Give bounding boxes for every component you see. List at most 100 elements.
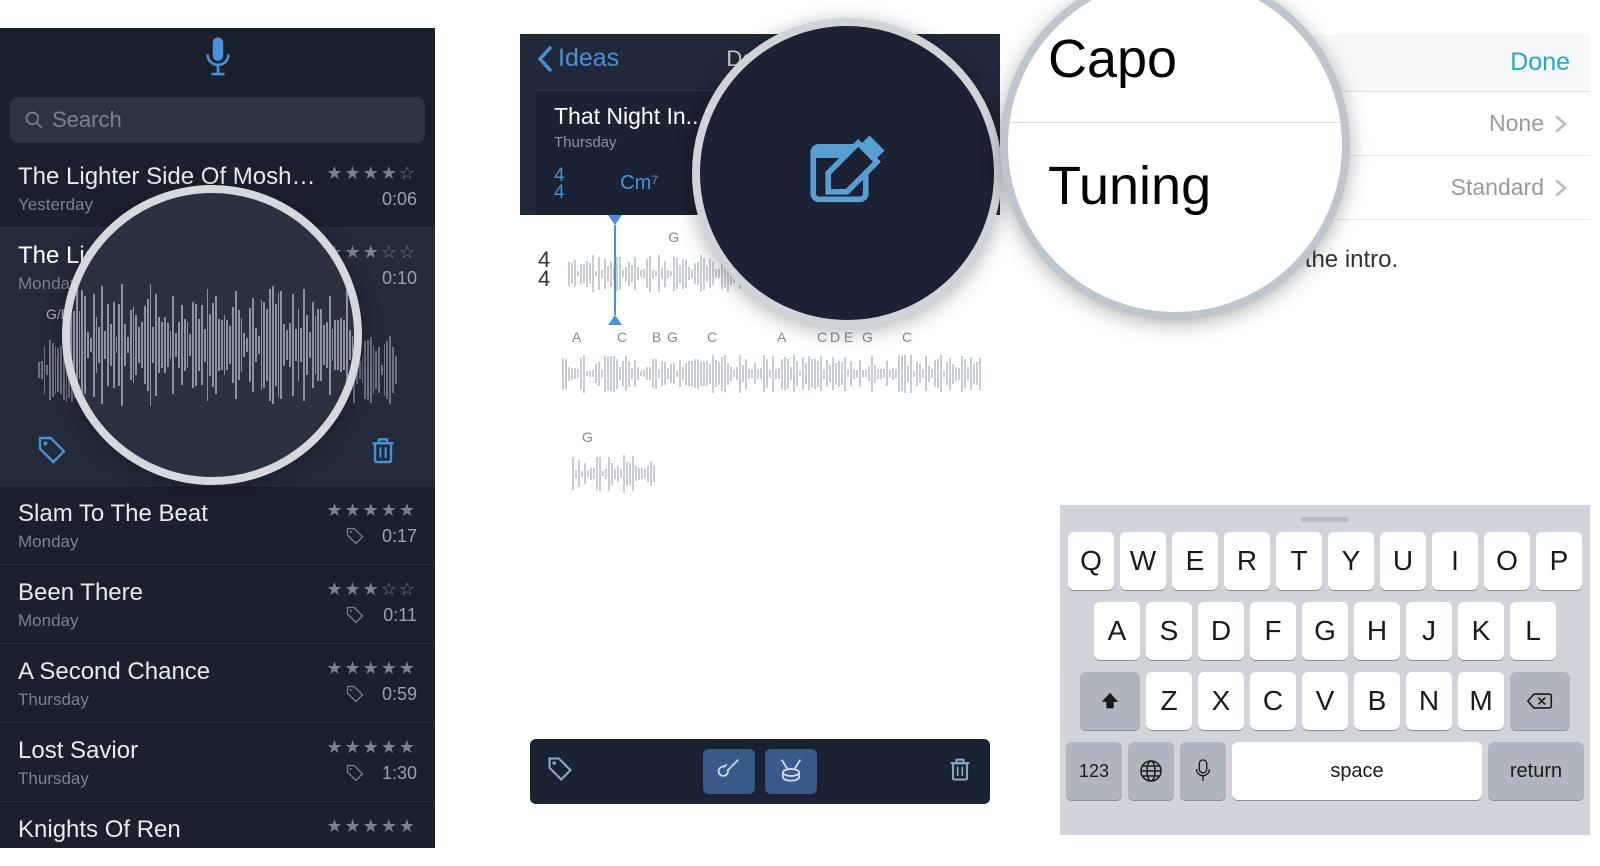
trash-button[interactable] xyxy=(946,755,974,788)
key-m[interactable]: M xyxy=(1458,672,1504,730)
tag-button[interactable] xyxy=(546,755,574,788)
drums-button[interactable] xyxy=(765,749,817,794)
numbers-key[interactable]: 123 xyxy=(1066,742,1122,800)
chord-marker: B xyxy=(652,329,661,345)
back-button[interactable]: Ideas xyxy=(536,44,619,73)
item-title: A Second Chance xyxy=(18,658,318,686)
ios-keyboard[interactable]: QWERTYUIOP ASDFGHJKL ZXCVBNM 123 space r… xyxy=(1060,505,1590,835)
compose-icon xyxy=(802,128,892,218)
waveform-row[interactable]: G xyxy=(538,435,982,505)
trash-icon xyxy=(946,755,974,783)
search-input[interactable]: Search xyxy=(10,97,425,143)
chord-marker: D xyxy=(830,329,840,345)
tag-icon xyxy=(345,763,365,788)
key-t[interactable]: T xyxy=(1276,532,1322,590)
item-rating[interactable]: ★★★☆☆ xyxy=(326,579,417,600)
item-rating[interactable]: ★★★★★ xyxy=(326,658,417,679)
tuning-value: Standard xyxy=(1451,174,1544,201)
backspace-key[interactable] xyxy=(1510,672,1570,730)
chord-marker: C xyxy=(902,329,912,345)
chevron-right-icon xyxy=(1554,114,1568,134)
idea-item[interactable]: Lost Savior Thursday ★★★★★ 1:30 xyxy=(0,723,435,802)
idea-item[interactable]: Knights Of Ren ★★★★★ xyxy=(0,802,435,848)
key-p[interactable]: P xyxy=(1536,532,1582,590)
item-rating[interactable]: ★★★★★ xyxy=(326,737,417,758)
done-button[interactable]: Done xyxy=(1510,48,1570,77)
key-h[interactable]: H xyxy=(1354,602,1400,660)
item-duration: 0:17 xyxy=(382,526,417,547)
mic-icon xyxy=(201,36,235,78)
key-q[interactable]: Q xyxy=(1068,532,1114,590)
key-o[interactable]: O xyxy=(1484,532,1530,590)
item-rating[interactable]: ★★★★★ xyxy=(326,500,417,521)
key-f[interactable]: F xyxy=(1250,602,1296,660)
key-u[interactable]: U xyxy=(1380,532,1426,590)
record-button[interactable] xyxy=(0,28,435,91)
magnifier-waveform xyxy=(62,185,362,485)
key-x[interactable]: X xyxy=(1198,672,1244,730)
item-title: Lost Savior xyxy=(18,737,318,765)
chord-marker: A xyxy=(777,329,786,345)
key-k[interactable]: K xyxy=(1458,602,1504,660)
chord-marker: C xyxy=(817,329,827,345)
search-placeholder: Search xyxy=(52,107,122,133)
tag-button[interactable] xyxy=(36,434,68,471)
chord-marker: G xyxy=(667,329,678,345)
item-duration: 0:10 xyxy=(382,268,417,289)
space-key[interactable]: space xyxy=(1232,742,1482,800)
return-key[interactable]: return xyxy=(1488,742,1584,800)
tag-icon xyxy=(345,526,365,551)
key-v[interactable]: V xyxy=(1302,672,1348,730)
guitar-button[interactable] xyxy=(703,749,755,794)
key-b[interactable]: B xyxy=(1354,672,1400,730)
key-i[interactable]: I xyxy=(1432,532,1478,590)
chevron-left-icon xyxy=(536,45,554,73)
key-d[interactable]: D xyxy=(1198,602,1244,660)
key-n[interactable]: N xyxy=(1406,672,1452,730)
item-duration: 0:11 xyxy=(383,605,417,626)
search-icon xyxy=(24,110,44,130)
capo-label: Capo xyxy=(1008,0,1342,123)
key-a[interactable]: A xyxy=(1094,602,1140,660)
keyboard-handle xyxy=(1301,517,1349,522)
key-r[interactable]: R xyxy=(1224,532,1270,590)
idea-item[interactable]: Slam To The Beat Monday ★★★★★ 0:17 xyxy=(0,486,435,565)
waveform-row[interactable]: ACBGCACDEGC xyxy=(538,335,982,405)
key-label[interactable]: Cm⁷ xyxy=(620,172,658,194)
key-s[interactable]: S xyxy=(1146,602,1192,660)
chord-marker: G xyxy=(668,229,679,245)
key-g[interactable]: G xyxy=(1302,602,1348,660)
idea-item[interactable]: A Second Chance Thursday ★★★★★ 0:59 xyxy=(0,644,435,723)
key-l[interactable]: L xyxy=(1510,602,1556,660)
tag-icon xyxy=(345,684,365,709)
key-c[interactable]: C xyxy=(1250,672,1296,730)
drums-icon xyxy=(777,755,805,783)
item-title: The Lighter Side Of Mosh (... xyxy=(18,163,318,191)
item-rating[interactable]: ★★★★★ xyxy=(326,816,417,837)
item-rating[interactable]: ★★★★☆ xyxy=(326,163,417,184)
idea-item[interactable]: Been There Monday ★★★☆☆ 0:11 xyxy=(0,565,435,644)
globe-icon xyxy=(1139,759,1163,783)
key-j[interactable]: J xyxy=(1406,602,1452,660)
dictation-key[interactable] xyxy=(1180,742,1226,800)
guitar-icon xyxy=(715,755,743,783)
key-y[interactable]: Y xyxy=(1328,532,1374,590)
magnifier-compose xyxy=(692,18,1002,328)
chord-marker: A xyxy=(572,329,581,345)
item-title: Been There xyxy=(18,579,318,607)
item-duration: 0:59 xyxy=(382,684,417,705)
key-e[interactable]: E xyxy=(1172,532,1218,590)
capo-value: None xyxy=(1489,110,1544,137)
item-title: Knights Of Ren xyxy=(18,816,318,844)
item-title: Slam To The Beat xyxy=(18,500,318,528)
globe-key[interactable] xyxy=(1128,742,1174,800)
time-signature[interactable]: 44 xyxy=(554,167,565,201)
details-toolbar xyxy=(530,739,990,804)
trash-button[interactable] xyxy=(367,434,399,471)
chord-marker: G xyxy=(862,329,873,345)
key-w[interactable]: W xyxy=(1120,532,1166,590)
backspace-icon xyxy=(1527,691,1553,711)
shift-key[interactable] xyxy=(1080,672,1140,730)
playhead[interactable] xyxy=(608,215,622,330)
key-z[interactable]: Z xyxy=(1146,672,1192,730)
